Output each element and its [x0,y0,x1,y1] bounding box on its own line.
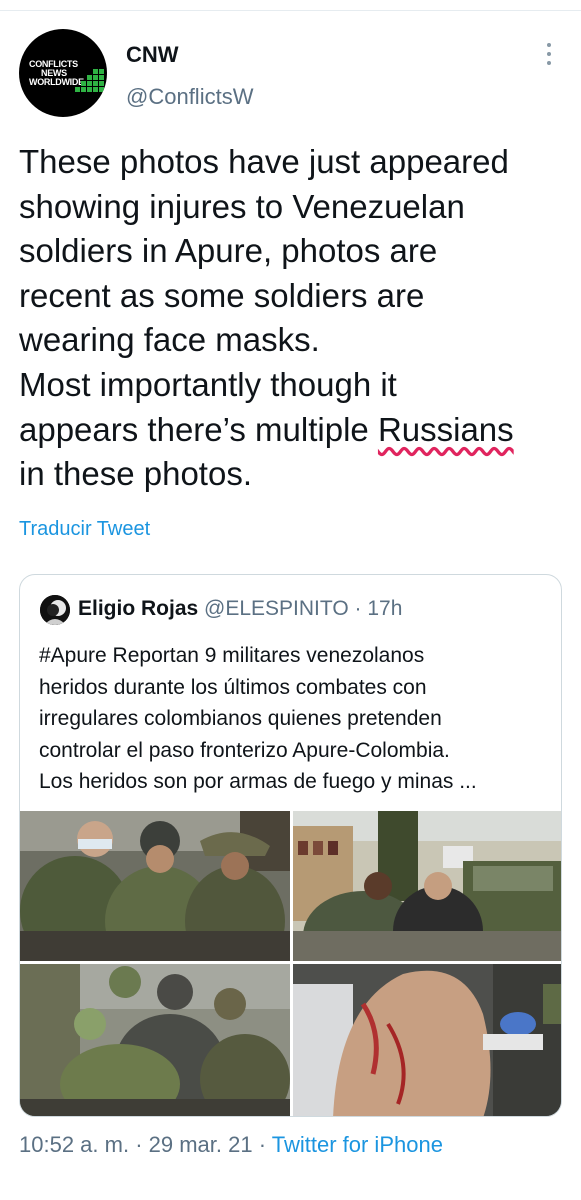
tweet-line: wearing face masks. [19,321,320,359]
quoted-line: heridos durante los últimos combates con [39,675,427,699]
quoted-author-avatar[interactable] [40,595,70,625]
translate-tweet-link[interactable]: Traducir Tweet [19,518,150,541]
meta-separator: · [252,1132,272,1157]
quoted-author-handle[interactable]: @ELESPINITO [204,597,349,620]
meta-separator: · [129,1132,149,1157]
tweet-line: in these photos. [19,455,252,493]
tweet-line: These photos have just appeared [19,143,509,180]
quoted-photo-3[interactable] [20,964,290,1116]
author-avatar[interactable]: CONFLICTS NEWS WORLDWIDE [19,29,107,117]
more-options-icon[interactable] [540,43,558,69]
tweet-line: soldiers in Apure, photos are [19,232,438,270]
quoted-avatar-image [40,595,70,625]
quoted-separator: · [348,597,368,620]
author-display-name[interactable]: CNW [126,42,179,68]
tweet-line: appears there’s multiple Russians [19,410,514,448]
quoted-line: irregulares colombianos quienes pretende… [39,707,442,730]
top-divider [0,10,581,11]
quoted-photo-1[interactable] [20,811,290,961]
quoted-line: controlar el paso fronterizo Apure-Colom… [39,738,450,762]
logo-bars-icon [75,69,104,92]
tweet-date[interactable]: 29 mar. 21 [149,1132,253,1157]
tweet-line: Most importantly though it [19,365,397,403]
quoted-line: Los heridos son por armas de fuego y min… [39,770,477,793]
quoted-tweet-header: Eligio Rojas @ELESPINITO · 17h [78,597,402,621]
quoted-tweet-text: #Apure Reportan 9 militares venezolanos … [39,640,554,798]
tweet-meta: 10:52 a. m. · 29 mar. 21 · Twitter for i… [19,1132,443,1158]
quoted-time[interactable]: 17h [367,597,402,620]
tweet-text: These photos have just appeared showing … [19,140,564,497]
quoted-line: #Apure Reportan 9 militares venezolanos [39,644,425,667]
tweet-source-link[interactable]: Twitter for iPhone [272,1132,443,1157]
author-handle[interactable]: @ConflictsW [126,84,253,110]
spellcheck-flagged-word[interactable]: Russians [378,411,514,448]
tweet-time[interactable]: 10:52 a. m. [19,1132,129,1157]
quoted-photo-2[interactable] [293,811,561,961]
quoted-author-name[interactable]: Eligio Rojas [78,597,198,620]
quoted-photo-4[interactable] [293,964,561,1116]
quoted-tweet-card[interactable]: Eligio Rojas @ELESPINITO · 17h #Apure Re… [19,574,562,1117]
tweet-line: showing injures to Venezuelan [19,187,465,225]
tweet-line: recent as some soldiers are [19,276,425,314]
